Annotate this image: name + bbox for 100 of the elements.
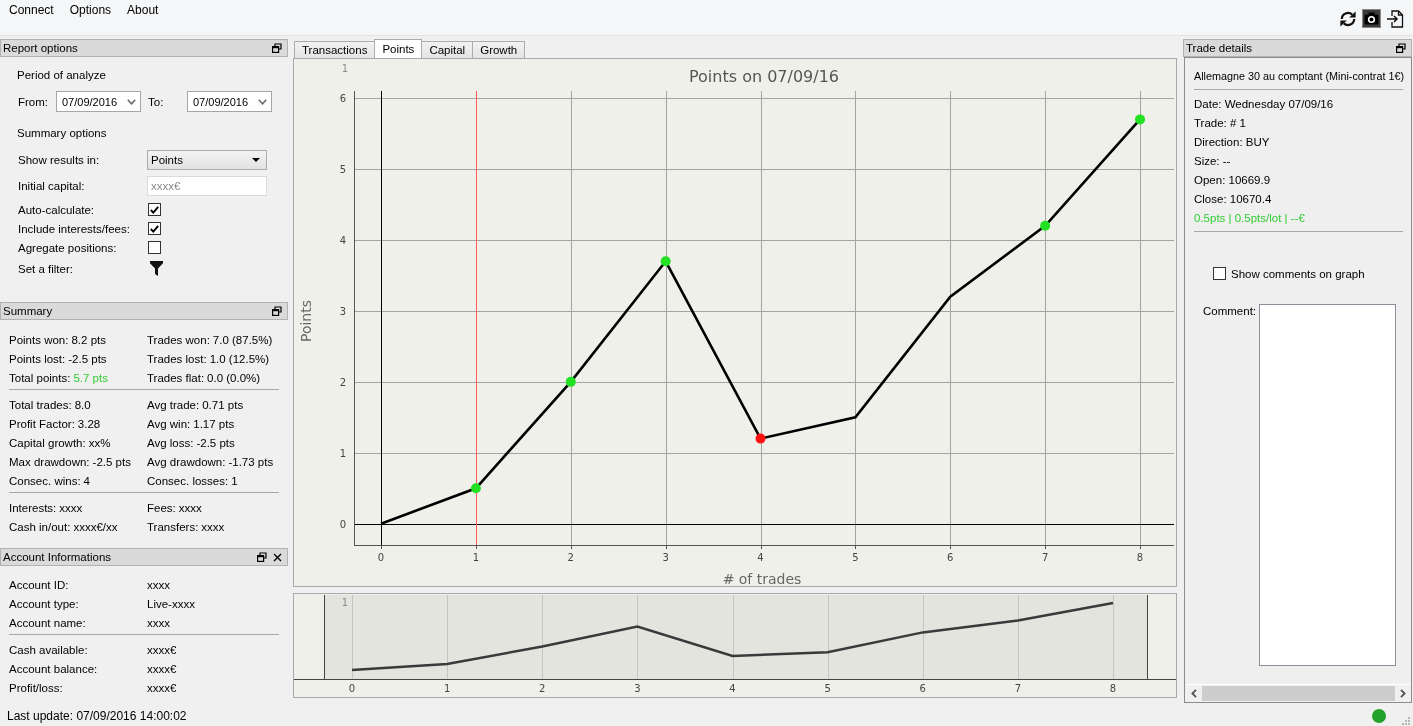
stat-value: 8.2 pts [71,333,106,346]
axis-tick-label: 4 [729,683,736,694]
field-label: Account type: [9,597,80,610]
stat-label: Consec. wins: [9,474,81,487]
stat-label: Avg win: [147,417,191,430]
stat-value: xxxx€/xx [73,520,118,533]
stat-value: xxxx [59,501,83,514]
restore-icon[interactable] [257,552,267,562]
detail-text: Direction: BUY [1194,135,1271,150]
stat-label: Capital growth: [9,436,86,449]
y-axis-label: Points [298,299,314,343]
axis-tick-label: 7 [1041,552,1049,563]
field-value: xxxx [147,616,171,629]
checkmark-icon [150,205,159,214]
dropdown[interactable]: Points [147,150,267,170]
stat-label: Avg drawdown: [147,455,226,468]
filter-icon[interactable] [150,261,163,276]
trade-marker[interactable] [470,483,481,494]
refresh-icon[interactable] [1339,9,1357,28]
close-icon[interactable] [273,552,282,562]
field-value: xxxx€ [147,643,178,656]
input-field[interactable]: xxxx€ [147,176,267,196]
size-grip-icon[interactable] [1401,715,1410,725]
axis-tick-label: 2 [567,552,574,563]
field-label: Account balance: [9,662,99,675]
axis-tick-label: 7 [1014,683,1022,694]
stat-value: 0.0 (0.0%) [207,371,261,384]
checkbox[interactable] [1213,267,1226,280]
detail-text: Date: Wednesday 07/09/16 [1194,97,1335,112]
stat-value: -2.5 pts [196,436,235,449]
trade-marker[interactable] [565,376,576,387]
field-label: Initial capital: [18,180,86,192]
axis-tick-label: 8 [1109,683,1117,694]
chevron-left-icon[interactable] [1191,689,1197,698]
stat-value: -1.73 pts [228,455,274,468]
checkbox[interactable] [148,203,161,216]
scrollbar-thumb[interactable] [1202,686,1395,701]
stat-value: xxxx [201,520,225,533]
axis-tick-label: 4 [339,234,346,246]
camera-icon[interactable] [1362,9,1381,28]
menu-item[interactable]: Connect [1,2,62,18]
tab[interactable]: Points [374,39,423,58]
axis-tick-label: 3 [662,552,669,563]
trade-marker[interactable] [755,433,766,444]
trade-marker[interactable] [1040,220,1051,231]
stat-value: 1 [231,474,238,487]
horizontal-scrollbar[interactable] [1186,684,1411,702]
axis-tick-label: 0 [339,518,346,530]
date-picker[interactable]: 07/09/2016 [187,91,272,112]
stat-value: 4 [83,474,90,487]
checkbox-label[interactable]: Show comments on graph [1231,267,1365,280]
checkbox[interactable] [148,222,161,235]
field-label: Auto-calculate: [18,203,96,216]
restore-icon[interactable] [1396,43,1406,53]
document-arrow-icon[interactable] [1386,9,1404,28]
date-picker[interactable]: 07/09/2016 [56,91,141,112]
stat-label: Trades lost: [147,352,207,365]
field-label: Profit/loss: [9,681,64,694]
field-label: Set a filter: [18,262,74,275]
chevron-right-icon[interactable] [1400,689,1406,698]
field-value: xxxx [147,578,171,591]
field-label: Show results in: [18,154,101,166]
restore-icon[interactable] [272,43,282,53]
stat-value: xx% [88,436,111,449]
panel-title: Summary [3,305,53,317]
restore-icon[interactable] [272,306,282,316]
stat-label: Consec. losses: [147,474,229,487]
stat-label: Trades won: [147,333,210,346]
instrument-title: Allemagne 30 au comptant (Mini-contrat 1€) [1194,69,1406,84]
field-label: Comment: [1203,304,1257,318]
axis-tick-label: 1 [341,63,349,74]
panel-title: Trade details [1186,42,1253,54]
axis-tick-label: 8 [1136,552,1144,563]
trade-marker[interactable] [1135,114,1146,125]
checkbox[interactable] [148,241,161,254]
axis-tick-label: 0 [348,683,356,694]
stat-label: Points won: [9,333,69,346]
stat-label: Cash in/out: [9,520,71,533]
result-text: 0.5pts | 0.5pts/lot | --€ [1194,211,1306,226]
panel-title: Account Informations [3,551,112,563]
stat-value: 5.7 pts [73,371,108,384]
axis-tick-label: 0 [377,552,385,563]
axis-tick-label: 3 [339,305,346,317]
stat-value: -2.5 pts [68,352,107,365]
stat-label: Transfers: [147,520,199,533]
tab[interactable]: Transactions [294,41,376,58]
stat-value: 0.71 pts [202,398,244,411]
tab[interactable]: Capital [421,41,474,58]
axis-tick-label: 6 [339,93,346,105]
tab[interactable]: Growth [472,41,526,58]
axis-tick-label: 5 [824,683,831,694]
trade-marker[interactable] [660,256,671,267]
section-heading: Period of analyze [17,68,107,83]
stat-label: Avg trade: [147,398,200,411]
detail-text: Size: -- [1194,154,1232,169]
menu-item[interactable]: Options [61,2,120,18]
comment-field[interactable] [1259,304,1397,666]
menu-item[interactable]: About [119,2,167,18]
axis-tick-label: 6 [947,552,954,563]
field-label: Cash available: [9,643,89,656]
